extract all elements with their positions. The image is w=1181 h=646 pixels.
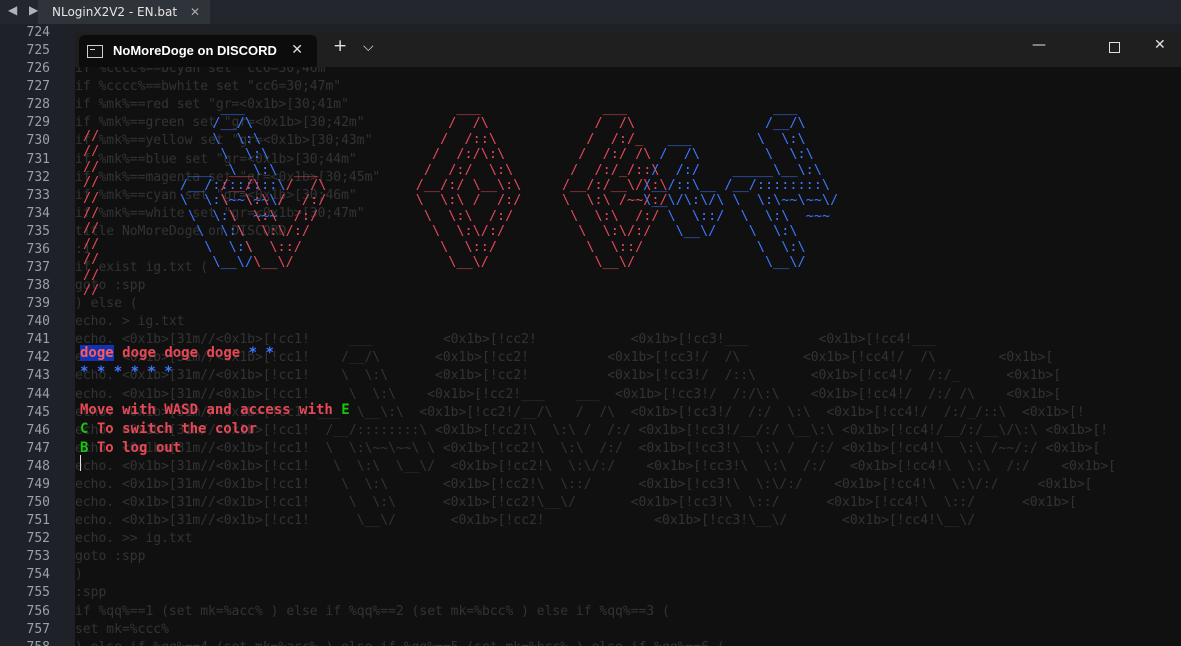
stars-line: * * * * * * — [80, 364, 173, 380]
line-number: 734 — [26, 205, 50, 221]
ascii-art-letter-e: ___ /__/\ ___ \ \:\ / /\ \ \:\ / /:/ ___… — [643, 100, 839, 271]
line-number: 741 — [26, 332, 50, 348]
line-number: 757 — [26, 621, 50, 637]
line-number: 739 — [26, 296, 50, 312]
line-number: 745 — [26, 404, 50, 420]
doge-word[interactable]: doge — [164, 345, 198, 361]
instruction-logout-text: To log out — [88, 440, 182, 456]
instruction-color: C To switch the color — [80, 420, 257, 438]
line-number: 747 — [26, 440, 50, 456]
doge-word[interactable]: doge — [206, 345, 240, 361]
terminal-tab-close-icon[interactable]: ✕ — [291, 41, 303, 58]
line-number: 758 — [0, 639, 60, 646]
line-number: 755 — [26, 585, 50, 601]
minimize-button[interactable]: — — [1032, 37, 1046, 53]
editor-tab-bar: ◀ ▶ NLoginX2V2 - EN.bat ✕ — [0, 0, 1181, 24]
line-number: 752 — [26, 531, 50, 547]
line-number: 731 — [26, 151, 50, 167]
new-tab-button[interactable]: + — [333, 36, 347, 56]
terminal-window[interactable]: NoMoreDoge on DISCORD ✕ + ⌵ — ✕ // // //… — [75, 31, 1181, 646]
key-e: E — [341, 402, 350, 418]
line-number: 744 — [26, 386, 50, 402]
doge-word[interactable]: doge — [122, 345, 156, 361]
line-number: 737 — [26, 260, 50, 276]
line-number: 754 — [26, 567, 50, 583]
terminal-tab-bar: NoMoreDoge on DISCORD ✕ + ⌵ — ✕ — [75, 31, 1181, 67]
line-number: 725 — [26, 43, 50, 59]
line-number: 729 — [26, 115, 50, 131]
terminal-tab[interactable]: NoMoreDoge on DISCORD ✕ — [79, 35, 317, 67]
ascii-art-slashes: // // // // // // // // // // // — [83, 128, 100, 299]
line-number: 750 — [26, 495, 50, 511]
line-number: 735 — [26, 223, 50, 239]
line-number: 749 — [26, 476, 50, 492]
maximize-button[interactable] — [1109, 42, 1120, 53]
terminal-tab-title: NoMoreDoge on DISCORD — [113, 43, 277, 58]
ascii-art-letters-o-g: ___ ___ / /\ / /\ / /::\ / /:/_ / /:/\:\… — [220, 100, 668, 271]
instruction-move-text: Move with WASD and access with — [80, 402, 342, 418]
close-window-button[interactable]: ✕ — [1154, 37, 1166, 53]
line-number: 740 — [26, 314, 50, 330]
text-cursor — [80, 455, 81, 471]
instruction-move: Move with WASD and access with E — [80, 401, 350, 419]
editor-tab[interactable]: NLoginX2V2 - EN.bat ✕ — [38, 0, 210, 24]
line-number: 753 — [26, 549, 50, 565]
doge-word-selected[interactable]: doge — [80, 345, 114, 361]
editor-tab-close-icon[interactable]: ✕ — [190, 0, 200, 24]
line-number: 738 — [26, 278, 50, 294]
line-number: 727 — [26, 79, 50, 95]
line-number: 748 — [26, 458, 50, 474]
line-number: 756 — [26, 603, 50, 619]
stars-decoration: * * — [240, 345, 274, 361]
instruction-logout: B To log out — [80, 439, 181, 457]
line-number: 733 — [26, 187, 50, 203]
line-number: 730 — [26, 133, 50, 149]
line-number: 746 — [26, 422, 50, 438]
line-number: 751 — [26, 513, 50, 529]
line-number: 728 — [26, 97, 50, 113]
line-number: 732 — [26, 169, 50, 185]
dropdown-icon[interactable]: ⌵ — [363, 39, 374, 55]
line-number-gutter: 724 725 726 727 728 729 730 731 732 733 734 735 736 7… — [0, 24, 60, 646]
line-number: 726 — [26, 61, 50, 77]
line-number: 742 — [26, 350, 50, 366]
instruction-color-text: To switch the color — [88, 421, 258, 437]
line-number: 743 — [26, 368, 50, 384]
cmd-icon — [87, 45, 103, 58]
editor-tab-title: NLoginX2V2 - EN.bat — [52, 5, 178, 19]
line-number: 736 — [26, 241, 50, 257]
line-number: 724 — [26, 25, 50, 40]
doge-line: doge doge doge doge * * — [80, 344, 274, 362]
